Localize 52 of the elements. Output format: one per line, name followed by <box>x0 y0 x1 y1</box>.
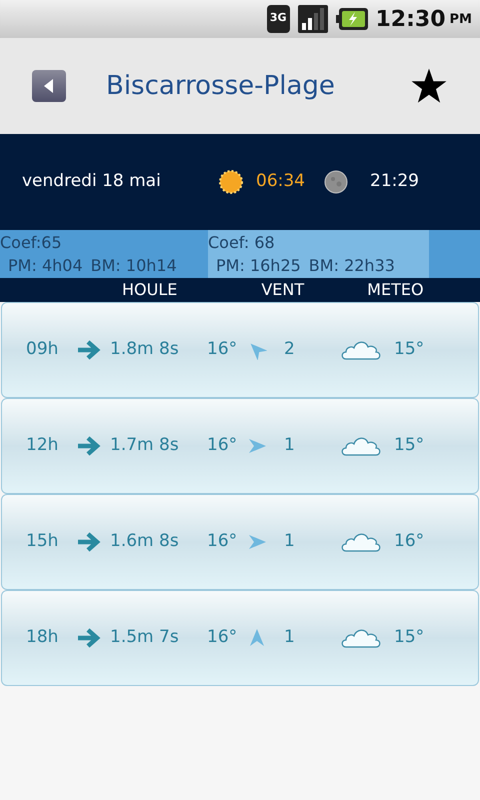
forecast-row[interactable]: 18h 1.5m 7s 16° 1 15° <box>1 590 479 686</box>
wind-speed: 1 <box>284 626 296 650</box>
tide-coefficient: Coef:65 <box>0 232 62 254</box>
water-temperature: 16° <box>207 626 238 650</box>
time-text: 12h <box>26 434 60 458</box>
location-title: Biscarrosse-Plage <box>106 70 335 102</box>
wind-speed: 1 <box>284 530 296 554</box>
swell-text: 1.8m 8s <box>110 338 180 362</box>
network-icon: 3G <box>266 5 290 33</box>
air-temperature: 16° <box>394 530 424 554</box>
water-temperature: 16° <box>207 434 238 458</box>
back-icon <box>44 79 54 93</box>
time-text: 15h <box>26 530 60 554</box>
sunset-time: 21:29 <box>370 170 419 194</box>
tide-coefficient: Coef: 68 <box>208 232 275 254</box>
sun-icon <box>218 169 244 195</box>
sunrise-time: 06:34 <box>256 170 306 194</box>
time-text: 18h <box>26 626 60 650</box>
forecast-row[interactable]: 12h 1.7m 8s 16° 1 15° <box>1 398 479 494</box>
battery-icon <box>336 8 368 30</box>
swell-arrow-icon <box>76 339 102 361</box>
clock-meridiem: PM <box>450 10 472 28</box>
forecast-row[interactable]: 09h 1.8m 8s 16° 2 15° <box>1 302 479 398</box>
swell-arrow-icon <box>76 627 102 649</box>
swell-arrow-icon <box>76 435 102 457</box>
swell-arrow-icon <box>76 531 102 553</box>
tide-panel[interactable]: Coef: 68 PM: 16h25 BM: 22h33 <box>208 230 429 278</box>
swell-text: 1.7m 8s <box>110 434 180 458</box>
clock-time: 12:30 <box>376 6 446 34</box>
column-header: METEO <box>367 279 424 301</box>
high-tide-time: PM: 4h04 <box>8 255 83 277</box>
column-header: HOULE <box>122 279 178 301</box>
water-temperature: 16° <box>207 530 238 554</box>
forecast-row[interactable]: 15h 1.6m 8s 16° 1 16° <box>1 494 479 590</box>
water-temperature: 16° <box>207 338 238 362</box>
wind-speed: 1 <box>284 434 296 458</box>
air-temperature: 15° <box>394 626 424 650</box>
back-button[interactable] <box>32 70 66 102</box>
date-text: vendredi 18 mai <box>22 170 162 194</box>
swell-text: 1.5m 7s <box>110 626 180 650</box>
signal-icon <box>298 5 328 33</box>
air-temperature: 15° <box>394 338 424 362</box>
low-tide-time: BM: 22h33 <box>308 255 395 277</box>
moon-icon <box>324 170 348 194</box>
high-tide-time: PM: 16h25 <box>216 255 301 277</box>
time-text: 09h <box>26 338 60 362</box>
column-header: VENT <box>261 279 304 301</box>
wind-speed: 2 <box>284 338 296 362</box>
air-temperature: 15° <box>394 434 424 458</box>
low-tide-time: BM: 10h14 <box>90 255 177 277</box>
swell-text: 1.6m 8s <box>110 530 180 554</box>
star-icon[interactable] <box>410 67 448 105</box>
